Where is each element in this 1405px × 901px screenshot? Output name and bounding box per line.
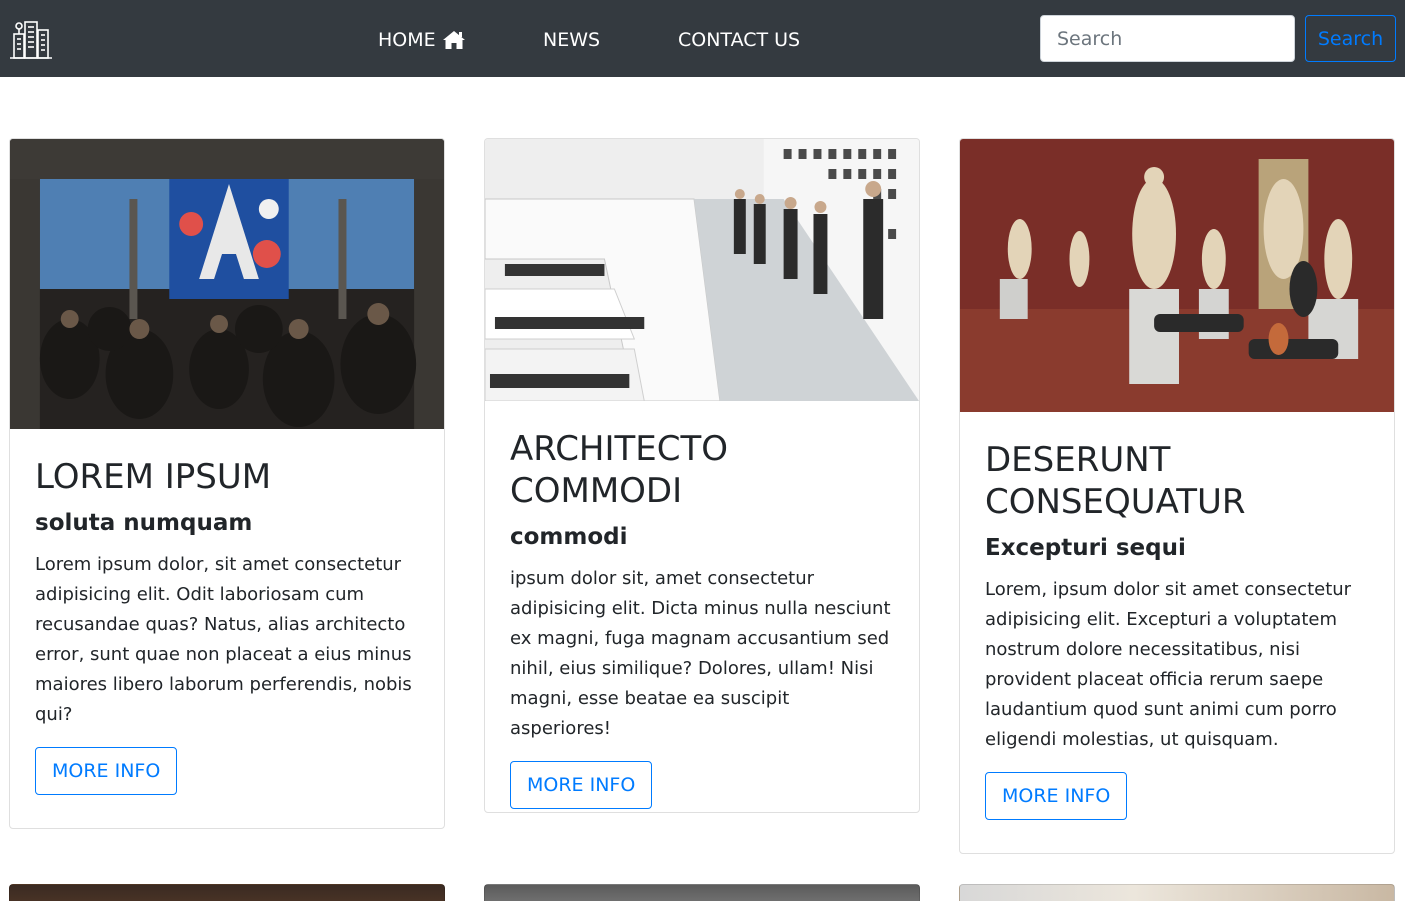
- more-info-button[interactable]: MORE INFO: [35, 747, 178, 795]
- sculpture-museum-photo: [960, 139, 1394, 412]
- nav-news-link[interactable]: NEWS: [543, 28, 600, 52]
- top-navbar: HOME NEWS CONTACT US Search: [0, 0, 1405, 77]
- card-deserunt-consequatur: DESERUNT CONSEQUATUR Excepturi sequi Lor…: [959, 138, 1395, 854]
- card-text: Lorem ipsum dolor, sit amet consectetur …: [35, 554, 412, 725]
- card-subtitle: Excepturi sequi: [985, 535, 1186, 561]
- card-next-row-2: [484, 884, 920, 901]
- card-body: LOREM IPSUM soluta numquam Lorem ipsum d…: [10, 429, 444, 820]
- more-info-button[interactable]: MORE INFO: [985, 772, 1128, 820]
- card-next-row-1: [9, 884, 445, 901]
- nav-contact-link[interactable]: CONTACT US: [678, 28, 800, 52]
- card-text: Lorem, ipsum dolor sit amet consectetur …: [985, 579, 1352, 750]
- more-info-button[interactable]: MORE INFO: [510, 761, 653, 809]
- card-title: LOREM IPSUM: [35, 457, 272, 497]
- card-text: ipsum dolor sit, amet consectetur adipis…: [510, 568, 891, 739]
- card-subtitle: commodi: [510, 524, 628, 550]
- event-hall-photo: [10, 139, 444, 429]
- card-subtitle: soluta numquam: [35, 510, 253, 536]
- card-body: DESERUNT CONSEQUATUR Excepturi sequi Lor…: [960, 412, 1394, 845]
- card-next-row-3: [959, 884, 1395, 901]
- gallery-staircase-photo: [485, 139, 919, 401]
- card-body: ARCHITECTO COMMODI commodi ipsum dolor s…: [485, 401, 919, 812]
- card-title: ARCHITECTO COMMODI: [510, 429, 729, 511]
- city-buildings-icon[interactable]: [8, 16, 54, 62]
- card-lorem-ipsum: LOREM IPSUM soluta numquam Lorem ipsum d…: [9, 138, 445, 829]
- search-input[interactable]: [1040, 15, 1295, 62]
- nav-home-link[interactable]: HOME: [378, 28, 466, 52]
- card-title: DESERUNT CONSEQUATUR: [985, 440, 1246, 522]
- nav-home-label: HOME: [378, 29, 436, 51]
- card-architecto-commodi: ARCHITECTO COMMODI commodi ipsum dolor s…: [484, 138, 920, 813]
- home-icon: [442, 31, 465, 49]
- search-button[interactable]: Search: [1305, 15, 1396, 62]
